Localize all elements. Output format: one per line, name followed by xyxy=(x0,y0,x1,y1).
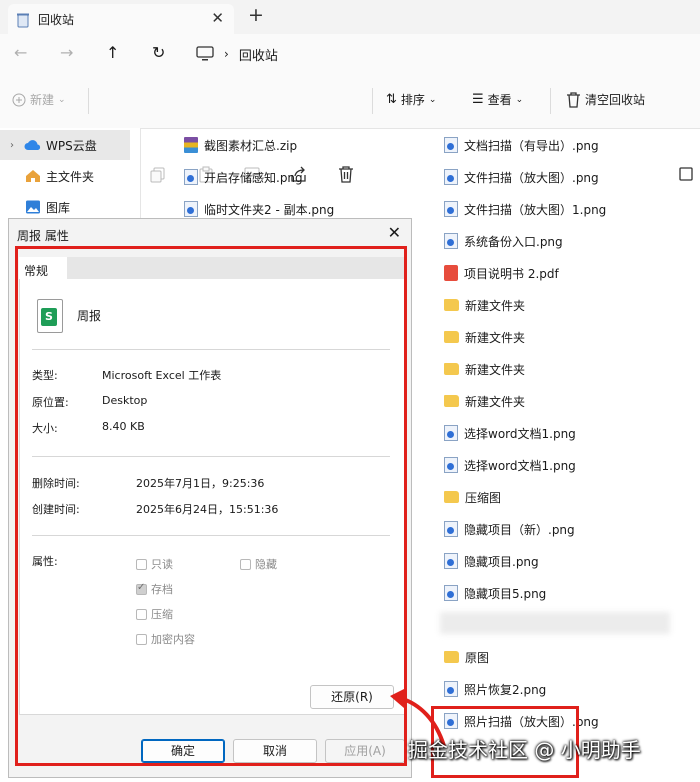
dialog-title: 周报 属性 xyxy=(17,229,69,243)
copy-icon[interactable] xyxy=(150,167,166,183)
folder-item[interactable]: 原图 xyxy=(444,646,489,668)
folder-item[interactable]: 新建文件夹 xyxy=(444,358,525,380)
view-label: 查看 xyxy=(487,93,512,107)
image-file-icon xyxy=(444,233,458,249)
file-item[interactable]: 项目说明书 2.pdf xyxy=(444,262,559,284)
computer-icon[interactable] xyxy=(196,46,214,62)
image-file-icon xyxy=(444,553,458,569)
blurred-file-item xyxy=(440,612,670,634)
file-item[interactable]: 选择word文档1.png xyxy=(444,454,576,476)
sidebar-item-label: 图库 xyxy=(46,200,71,215)
command-bar: 新建 ⌄ A ⇅ 排序 ⌄ ☰ 查看 ⌄ 清空回收站 xyxy=(0,74,700,183)
new-tab-button[interactable]: + xyxy=(248,4,264,26)
new-button-label: 新建 xyxy=(30,93,55,107)
cloud-icon xyxy=(24,140,41,150)
folder-icon xyxy=(444,331,459,343)
chevron-down-icon: ⌄ xyxy=(58,94,66,105)
chevron-down-icon: ⌄ xyxy=(428,94,437,105)
up-button[interactable]: ↑ xyxy=(106,43,119,62)
forward-button[interactable]: → xyxy=(60,43,73,62)
chevron-right-icon: › xyxy=(224,47,229,61)
sidebar-item-label: 主文件夹 xyxy=(46,169,95,184)
plus-circle-icon xyxy=(12,93,26,106)
navigation-bar: ← → ↑ ↻ › 回收站 xyxy=(0,34,700,75)
sidebar-item-label: WPS云盘 xyxy=(46,138,97,153)
image-file-icon xyxy=(184,169,198,185)
recycle-bin-icon xyxy=(17,13,29,28)
folder-icon xyxy=(444,395,459,407)
image-file-icon xyxy=(444,201,458,217)
file-item[interactable]: 开启存储感知.png xyxy=(184,166,303,188)
new-button[interactable]: 新建 ⌄ xyxy=(12,91,66,108)
chevron-down-icon: ⌄ xyxy=(515,94,524,105)
breadcrumb: › 回收站 xyxy=(196,41,278,67)
folder-item[interactable]: 压缩图 xyxy=(444,486,501,508)
back-button[interactable]: ← xyxy=(14,43,27,62)
folder-item[interactable]: 新建文件夹 xyxy=(444,294,525,316)
tab-recycle-bin[interactable]: 回收站 ✕ xyxy=(8,4,234,34)
file-item[interactable]: 隐藏项目.png xyxy=(444,550,539,572)
pdf-file-icon xyxy=(444,265,458,281)
image-file-icon xyxy=(444,585,458,601)
title-bar: 回收站 ✕ + xyxy=(0,0,700,34)
toolbar-divider xyxy=(372,88,373,114)
folder-icon xyxy=(444,299,459,311)
sort-button[interactable]: ⇅ 排序 ⌄ xyxy=(386,91,436,108)
chevron-right-icon[interactable]: › xyxy=(0,140,24,151)
breadcrumb-recycle-bin[interactable]: 回收站 xyxy=(239,45,278,64)
image-file-icon xyxy=(444,425,458,441)
file-item[interactable]: 临时文件夹2 - 副本.png xyxy=(184,198,334,220)
watermark: 掘金技术社区 @ 小明助手 xyxy=(408,738,641,762)
file-item[interactable]: 截图素材汇总.zip xyxy=(184,134,297,156)
image-file-icon xyxy=(444,137,458,153)
close-icon[interactable]: ✕ xyxy=(388,223,401,242)
folder-icon xyxy=(444,491,459,503)
image-file-icon xyxy=(444,169,458,185)
gallery-icon xyxy=(26,200,40,214)
file-item[interactable]: 隐藏项目（新）.png xyxy=(444,518,575,540)
folder-item[interactable]: 新建文件夹 xyxy=(444,326,525,348)
image-file-icon xyxy=(184,201,198,217)
file-item[interactable]: 文档扫描（有导出）.png xyxy=(444,134,599,156)
view-button[interactable]: ☰ 查看 ⌄ xyxy=(472,91,523,108)
image-file-icon xyxy=(444,457,458,473)
file-item[interactable]: 隐藏项目5.png xyxy=(444,582,546,604)
toolbar-divider xyxy=(88,88,89,114)
highlight-frame xyxy=(15,246,407,766)
empty-recycle-bin-button[interactable]: 清空回收站 xyxy=(566,91,645,108)
recycle-bin-icon xyxy=(567,91,580,108)
file-item[interactable]: 系统备份入口.png xyxy=(444,230,563,252)
sort-label: 排序 xyxy=(400,93,425,107)
refresh-button[interactable]: ↻ xyxy=(152,43,165,62)
sort-icon: ⇅ xyxy=(386,92,397,107)
sidebar-item-home[interactable]: 主文件夹 xyxy=(0,161,130,191)
folder-icon xyxy=(444,363,459,375)
folder-item[interactable]: 新建文件夹 xyxy=(444,390,525,412)
file-item[interactable]: 文件扫描（放大图）.png xyxy=(444,166,599,188)
home-icon xyxy=(26,170,40,182)
restore-all-icon[interactable] xyxy=(678,166,694,182)
tab-close-icon[interactable]: ✕ xyxy=(211,9,224,27)
delete-icon[interactable] xyxy=(338,166,354,183)
view-list-icon: ☰ xyxy=(472,92,484,107)
empty-bin-label: 清空回收站 xyxy=(585,93,646,107)
folder-icon xyxy=(444,651,459,663)
tab-title: 回收站 xyxy=(38,13,75,27)
zip-file-icon xyxy=(184,137,198,153)
sidebar-item-wps-cloud[interactable]: › WPS云盘 xyxy=(0,130,130,160)
file-item[interactable]: 选择word文档1.png xyxy=(444,422,576,444)
file-item[interactable]: 文件扫描（放大图）1.png xyxy=(444,198,606,220)
toolbar-divider xyxy=(550,88,551,114)
image-file-icon xyxy=(444,521,458,537)
